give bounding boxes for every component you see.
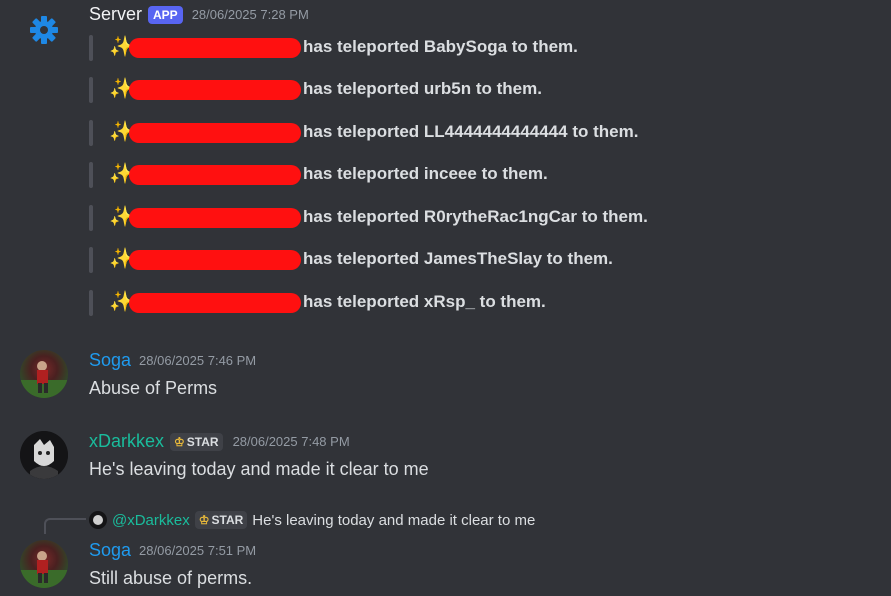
message-header: Soga 28/06/2025 7:51 PM <box>89 540 256 561</box>
star-badge: ♔ STAR <box>194 511 248 529</box>
message-content: Abuse of Perms <box>89 378 218 398</box>
star-badge: ♔ STAR <box>170 432 223 451</box>
quote-bar <box>89 247 93 273</box>
bot-author-name[interactable]: Server <box>89 4 142 25</box>
redacted-username <box>129 38 301 58</box>
redacted-username <box>129 293 301 313</box>
author-name[interactable]: Soga <box>89 540 131 561</box>
timestamp: 28/06/2025 7:46 PM <box>139 353 257 368</box>
redacted-username <box>129 80 301 100</box>
author-name[interactable]: xDarkkex <box>89 431 164 452</box>
redacted-username <box>129 165 301 185</box>
reply-avatar <box>89 511 107 529</box>
message-header: Soga 28/06/2025 7:46 PM <box>89 350 256 371</box>
timestamp: 28/06/2025 7:51 PM <box>139 543 257 558</box>
teleport-text: has teleported inceee to them. <box>303 164 548 183</box>
crown-icon: ♔ <box>198 513 210 527</box>
quote-bar <box>89 290 93 316</box>
message-content: He's leaving today and made it clear to … <box>89 459 429 479</box>
bot-avatar[interactable] <box>28 14 60 46</box>
teleport-text: has teleported JamesTheSlay to them. <box>303 249 613 268</box>
teleport-text: has teleported BabySoga to them. <box>303 37 578 56</box>
timestamp: 28/06/2025 7:48 PM <box>232 434 350 449</box>
bot-message-header: Server APP 28/06/2025 7:28 PM <box>89 4 309 25</box>
message-content: Still abuse of perms. <box>89 568 253 588</box>
reply-author[interactable]: @xDarkkex <box>112 512 190 529</box>
avatar-image <box>20 431 68 479</box>
badge-label: STAR <box>211 513 244 527</box>
quote-bar <box>89 77 93 103</box>
avatar[interactable] <box>20 431 68 479</box>
avatar-image <box>20 551 68 588</box>
avatar[interactable] <box>20 540 68 588</box>
teleport-text: has teleported R0rytheRac1ngCar to them. <box>303 207 648 226</box>
redacted-username <box>129 208 301 228</box>
crown-icon: ♔ <box>174 434 185 449</box>
message-header: xDarkkex ♔ STAR 28/06/2025 7:48 PM <box>89 431 350 452</box>
gear-icon <box>30 16 58 44</box>
bot-timestamp: 28/06/2025 7:28 PM <box>191 7 309 22</box>
reply-preview[interactable]: @xDarkkex ♔ STAR He's leaving today and … <box>89 511 535 529</box>
teleport-text: has teleported LL4444444444444 to them. <box>303 122 639 141</box>
avatar[interactable] <box>20 350 68 398</box>
teleport-text: has teleported xRsp_ to them. <box>303 292 546 311</box>
badge-label: STAR <box>186 434 219 449</box>
reply-spine <box>44 518 86 534</box>
redacted-username <box>129 250 301 270</box>
redacted-username <box>129 123 301 143</box>
avatar-image <box>20 361 68 398</box>
teleport-text: has teleported urb5n to them. <box>303 79 542 98</box>
quote-bar <box>89 35 93 61</box>
quote-bar <box>89 205 93 231</box>
quote-bar <box>89 120 93 146</box>
author-name[interactable]: Soga <box>89 350 131 371</box>
app-badge: APP <box>148 5 183 24</box>
quote-bar <box>89 162 93 188</box>
reply-text: He's leaving today and made it clear to … <box>252 511 536 529</box>
